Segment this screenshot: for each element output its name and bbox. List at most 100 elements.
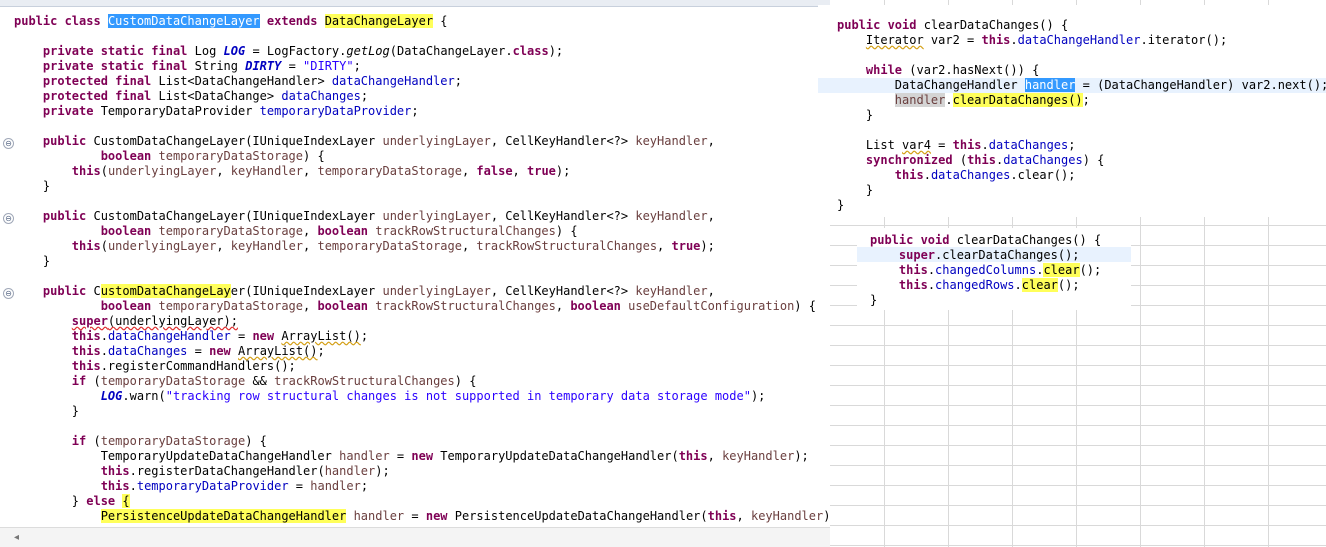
code-line: Iterator var2 = this.dataChangeHandler.i… (837, 33, 1227, 48)
fold-collapse-icon[interactable]: ⊖ (3, 138, 14, 149)
code-token: PersistenceUpdateDataChangeHandler (100, 509, 347, 523)
code-token: ); (548, 44, 564, 58)
code-token: public (837, 18, 888, 32)
code-token: . (927, 278, 936, 292)
fold-collapse-icon[interactable]: ⊖ (3, 213, 14, 224)
code-token: this (71, 164, 101, 178)
code-token: boolean (100, 224, 159, 238)
code-token: clearDataChanges() { (923, 18, 1069, 32)
code-token: . (923, 168, 931, 182)
code-token: Log (194, 44, 224, 58)
code-token: ); (555, 164, 571, 178)
code-token: , (707, 134, 715, 148)
code-token: , CellKeyHandler<?> (490, 284, 636, 298)
code-line: super.clearDataChanges(); (870, 248, 1080, 263)
code-token: handler (339, 449, 390, 463)
code-token: , (303, 299, 318, 313)
code-line: while (var2.hasNext()) { (837, 63, 1039, 78)
code-token: handler (353, 509, 405, 523)
code-token: this (100, 479, 130, 493)
code-token: boolean (317, 224, 376, 238)
code-token: , (512, 164, 527, 178)
code-token: boolean (100, 299, 159, 313)
code-token: this (894, 168, 924, 182)
code-line: this.dataChanges = new ArrayList(); (14, 344, 325, 359)
main-editor[interactable]: ⊖ ⊖ ⊖ ◂ public class CustomDataChangeLay… (0, 0, 830, 547)
code-token: . (927, 263, 936, 277)
code-line: protected final List<DataChangeHandler> … (14, 74, 462, 89)
code-token: CustomDataChangeLayer(IUniqueIndexLayer (93, 209, 383, 223)
code-token: , CellKeyHandler<?> (490, 134, 636, 148)
code-token: ( (100, 239, 108, 253)
code-token: useDefaultConfiguration (628, 299, 795, 313)
code-token: temporaryDataStorage (158, 149, 304, 163)
code-token: temporaryDataProvider (136, 479, 289, 493)
code-line: this.dataChanges.clear(); (837, 168, 1076, 183)
code-token: clearDataChanges() { (956, 233, 1102, 247)
code-token: clearDataChanges() (952, 93, 1083, 107)
code-token: getLog (346, 44, 390, 58)
code-token: .registerCommandHandlers(); (100, 359, 296, 373)
code-token: .registerDataChangeHandler( (129, 464, 325, 478)
code-token: } (14, 494, 87, 508)
code-token: this (981, 33, 1011, 47)
code-token: = (288, 479, 311, 493)
code-token: Iterator (865, 33, 924, 47)
code-line: public CustomDataChangeLayer(IUniqueInde… (14, 209, 715, 224)
code-token: changedColumns (935, 263, 1037, 277)
code-token: ; (317, 344, 325, 358)
code-token: trackRowStructuralChanges (375, 299, 556, 313)
scroll-left-icon[interactable]: ◂ (14, 532, 19, 543)
code-token: er(IUniqueIndexLayer (230, 284, 383, 298)
code-line: private static final Log LOG = LogFactor… (14, 44, 563, 59)
code-token: else (86, 494, 123, 508)
code-token: . (945, 93, 953, 107)
horizontal-scrollbar[interactable]: ◂ (0, 527, 830, 547)
code-token: keyHandler (750, 509, 824, 523)
code-token: trackRowStructuralChanges (375, 224, 556, 238)
override-code-panel[interactable]: public void clearDataChanges() { super.c… (857, 228, 1131, 310)
code-token: final (115, 89, 159, 103)
decompiled-code-panel[interactable]: public void clearDataChanges() { Iterato… (818, 5, 1326, 217)
code-token: dataChanges (281, 89, 361, 103)
code-token: ; (360, 479, 369, 493)
code-line: this.registerCommandHandlers(); (14, 359, 296, 374)
code-token: , (461, 239, 477, 253)
code-line: super(underlyingLayer); (14, 314, 238, 329)
code-token: ; (411, 104, 419, 118)
code-token: (var2.hasNext()) { (909, 63, 1040, 77)
code-token: void (887, 18, 924, 32)
code-token: } (870, 293, 878, 307)
code-token: boolean (317, 299, 376, 313)
code-token: , (707, 209, 715, 223)
code-token: LOG (100, 389, 123, 403)
code-token: true (527, 164, 556, 178)
code-token: List (837, 138, 903, 152)
code-token: LOG (223, 44, 246, 58)
code-token: new (209, 344, 239, 358)
code-token: PersistenceUpdateDataChangeHandler( (454, 509, 708, 523)
code-token: TemporaryDataProvider (100, 104, 260, 118)
fold-collapse-icon[interactable]: ⊖ (3, 288, 14, 299)
code-token: while (865, 63, 910, 77)
code-token: if (71, 374, 94, 388)
code-token: public (42, 209, 94, 223)
code-token: ( (959, 153, 968, 167)
code-line: } else { (14, 494, 130, 509)
code-token: class (512, 44, 549, 58)
code-line: this.changedColumns.clear(); (870, 263, 1101, 278)
code-token: ; (1068, 138, 1076, 152)
code-token: , CellKeyHandler<?> (490, 209, 636, 223)
code-token: dataChanges (930, 168, 1011, 182)
